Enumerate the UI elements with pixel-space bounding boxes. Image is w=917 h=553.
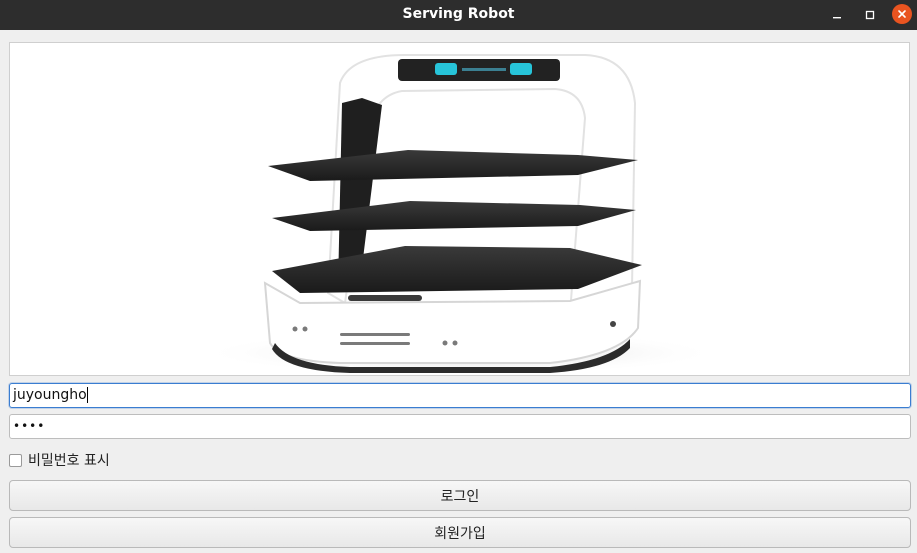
minimize-button[interactable] [826,4,848,26]
show-password-checkbox[interactable] [9,453,22,467]
close-button[interactable] [892,4,912,24]
minimize-icon [833,17,841,19]
robot-image-frame [9,42,910,376]
login-button[interactable]: 로그인 [9,480,911,511]
window-titlebar: Serving Robot [0,0,917,30]
username-input[interactable]: juyoungho [9,383,911,408]
maximize-button[interactable] [859,4,881,26]
signup-button[interactable]: 회원가입 [9,517,911,548]
text-caret [86,387,88,403]
show-password-option[interactable]: 비밀번호 표시 [9,451,110,469]
signup-button-label: 회원가입 [434,525,486,542]
window-title: Serving Robot [402,6,515,22]
login-button-label: 로그인 [440,488,480,505]
show-password-label: 비밀번호 표시 [28,453,110,469]
username-value: juyoungho [13,387,87,403]
maximize-icon [865,10,875,20]
password-input[interactable]: •••• [9,414,911,439]
password-value: •••• [13,419,46,433]
serving-robot-image [200,54,720,375]
close-icon [898,10,906,18]
